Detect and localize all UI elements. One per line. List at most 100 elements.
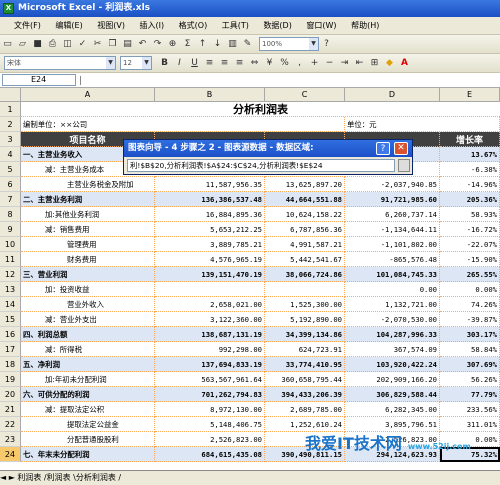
row-label-22-a[interactable]: 提取法定公益金 — [21, 417, 155, 432]
value-cell-18-e[interactable]: 307.69% — [440, 357, 500, 372]
value-cell-6-c[interactable]: 13,625,897.20 — [265, 177, 345, 192]
menu-insert[interactable]: 插入(I) — [134, 17, 171, 34]
menu-window[interactable]: 窗口(W) — [300, 17, 342, 34]
chart-wizard-icon[interactable]: ▥ — [226, 38, 239, 51]
percent-icon[interactable]: % — [278, 57, 291, 70]
value-cell-16-b[interactable]: 138,687,131.19 — [155, 327, 265, 342]
underline-icon[interactable]: U — [188, 57, 201, 70]
row-header-11[interactable]: 11 — [0, 252, 21, 267]
row-header-12[interactable]: 12 — [0, 267, 21, 282]
sheet-title[interactable]: 分析利润表 — [21, 102, 500, 117]
row-label-24-a[interactable]: 七、年末未分配利润 — [21, 447, 155, 462]
row-label-8-a[interactable]: 加:其他业务利润 — [21, 207, 155, 222]
value-cell-18-d[interactable]: 103,920,422.24 — [345, 357, 440, 372]
row-label-6-a[interactable]: 主营业务税金及附加 — [21, 177, 155, 192]
sort-desc-icon[interactable]: ↓ — [211, 38, 224, 51]
column-header-d[interactable]: D — [345, 88, 440, 102]
value-cell-6-d[interactable]: -2,037,940.85 — [345, 177, 440, 192]
value-cell-11-e[interactable]: -15.90% — [440, 252, 500, 267]
zoom-select[interactable]: 100% — [259, 37, 319, 51]
value-cell-8-e[interactable]: 58.93% — [440, 207, 500, 222]
value-cell-14-e[interactable]: 74.26% — [440, 297, 500, 312]
value-cell-12-d[interactable]: 101,084,745.33 — [345, 267, 440, 282]
unit-label[interactable]: 编制单位：××公司 — [21, 117, 345, 132]
menu-file[interactable]: 文件(F) — [0, 17, 47, 34]
align-center-icon[interactable]: ≡ — [218, 57, 231, 70]
value-cell-21-b[interactable]: 8,972,130.00 — [155, 402, 265, 417]
value-cell-19-c[interactable]: 360,658,795.44 — [265, 372, 345, 387]
value-cell-10-d[interactable]: -1,101,802.00 — [345, 237, 440, 252]
sheet-tabs[interactable]: ◄ ► 利润表 /利润表 \分析利润表 / — [0, 470, 500, 485]
value-cell-20-d[interactable]: 306,829,588.44 — [345, 387, 440, 402]
preview-icon[interactable]: ◫ — [61, 38, 74, 51]
fill-color-icon[interactable]: ◆ — [383, 57, 396, 70]
menu-data[interactable]: 数据(D) — [257, 17, 297, 34]
row-header-22[interactable]: 22 — [0, 417, 21, 432]
font-size-select[interactable]: 12 — [120, 56, 152, 70]
menu-edit[interactable]: 编辑(E) — [49, 17, 88, 34]
redo-icon[interactable]: ↷ — [151, 38, 164, 51]
row-header-20[interactable]: 20 — [0, 387, 21, 402]
value-cell-16-e[interactable]: 303.17% — [440, 327, 500, 342]
column-header-c[interactable]: C — [265, 88, 345, 102]
row-header-9[interactable]: 9 — [0, 222, 21, 237]
row-header-4[interactable]: 4 — [0, 147, 21, 162]
value-cell-20-e[interactable]: 77.79% — [440, 387, 500, 402]
value-cell-12-b[interactable]: 139,151,470.19 — [155, 267, 265, 282]
copy-icon[interactable]: ❐ — [106, 38, 119, 51]
value-cell-20-b[interactable]: 701,262,794.83 — [155, 387, 265, 402]
value-cell-7-c[interactable]: 44,664,551.88 — [265, 192, 345, 207]
hyperlink-icon[interactable]: ⊕ — [166, 38, 179, 51]
value-cell-13-b[interactable] — [155, 282, 265, 297]
align-right-icon[interactable]: ≡ — [233, 57, 246, 70]
value-cell-19-e[interactable]: 56.26% — [440, 372, 500, 387]
value-cell-19-d[interactable]: 202,909,166.20 — [345, 372, 440, 387]
value-cell-7-b[interactable]: 136,386,537.48 — [155, 192, 265, 207]
value-cell-7-d[interactable]: 91,721,985.60 — [345, 192, 440, 207]
value-cell-15-c[interactable]: 5,192,890.00 — [265, 312, 345, 327]
value-cell-17-c[interactable]: 624,723.91 — [265, 342, 345, 357]
value-cell-15-e[interactable]: -39.87% — [440, 312, 500, 327]
value-cell-18-c[interactable]: 33,774,410.95 — [265, 357, 345, 372]
value-cell-6-e[interactable]: -14.96% — [440, 177, 500, 192]
row-label-11-a[interactable]: 财务费用 — [21, 252, 155, 267]
value-cell-8-c[interactable]: 10,624,158.22 — [265, 207, 345, 222]
comma-style-icon[interactable]: , — [293, 57, 306, 70]
value-cell-5-e[interactable]: -6.38% — [440, 162, 500, 177]
value-cell-20-c[interactable]: 394,433,206.39 — [265, 387, 345, 402]
value-cell-10-b[interactable]: 3,889,785.21 — [155, 237, 265, 252]
value-cell-9-c[interactable]: 6,787,856.36 — [265, 222, 345, 237]
value-cell-12-c[interactable]: 38,066,724.86 — [265, 267, 345, 282]
header-growth-rate[interactable]: 增长率 — [440, 132, 500, 147]
value-cell-10-c[interactable]: 4,991,587.21 — [265, 237, 345, 252]
print-icon[interactable]: ⎙ — [46, 38, 59, 51]
italic-icon[interactable]: I — [173, 57, 186, 70]
value-cell-9-d[interactable]: -1,134,644.11 — [345, 222, 440, 237]
menu-help[interactable]: 帮助(H) — [345, 17, 385, 34]
align-left-icon[interactable]: ≡ — [203, 57, 216, 70]
value-cell-14-d[interactable]: 1,132,721.00 — [345, 297, 440, 312]
value-cell-8-d[interactable]: 6,260,737.14 — [345, 207, 440, 222]
value-cell-21-d[interactable]: 6,282,345.00 — [345, 402, 440, 417]
bold-icon[interactable]: B — [158, 57, 171, 70]
paste-icon[interactable]: ▤ — [121, 38, 134, 51]
open-icon[interactable]: ▱ — [16, 38, 29, 51]
value-cell-11-b[interactable]: 4,576,965.19 — [155, 252, 265, 267]
row-label-13-a[interactable]: 加：投资收益 — [21, 282, 155, 297]
outdent-icon[interactable]: ⇤ — [353, 57, 366, 70]
indent-icon[interactable]: ⇥ — [338, 57, 351, 70]
column-header-e[interactable]: E — [440, 88, 500, 102]
value-cell-13-e[interactable]: 0.00% — [440, 282, 500, 297]
row-header-16[interactable]: 16 — [0, 327, 21, 342]
spelling-icon[interactable]: ✓ — [76, 38, 89, 51]
row-header-10[interactable]: 10 — [0, 237, 21, 252]
row-header-21[interactable]: 21 — [0, 402, 21, 417]
row-header-24[interactable]: 24 — [0, 447, 21, 462]
row-label-18-a[interactable]: 五、净利润 — [21, 357, 155, 372]
row-header-2[interactable]: 2 — [0, 117, 21, 132]
value-cell-15-b[interactable]: 3,122,360.00 — [155, 312, 265, 327]
value-cell-17-d[interactable]: 367,574.09 — [345, 342, 440, 357]
cut-icon[interactable]: ✂ — [91, 38, 104, 51]
select-all-corner[interactable] — [0, 88, 21, 102]
autosum-icon[interactable]: Σ — [181, 38, 194, 51]
